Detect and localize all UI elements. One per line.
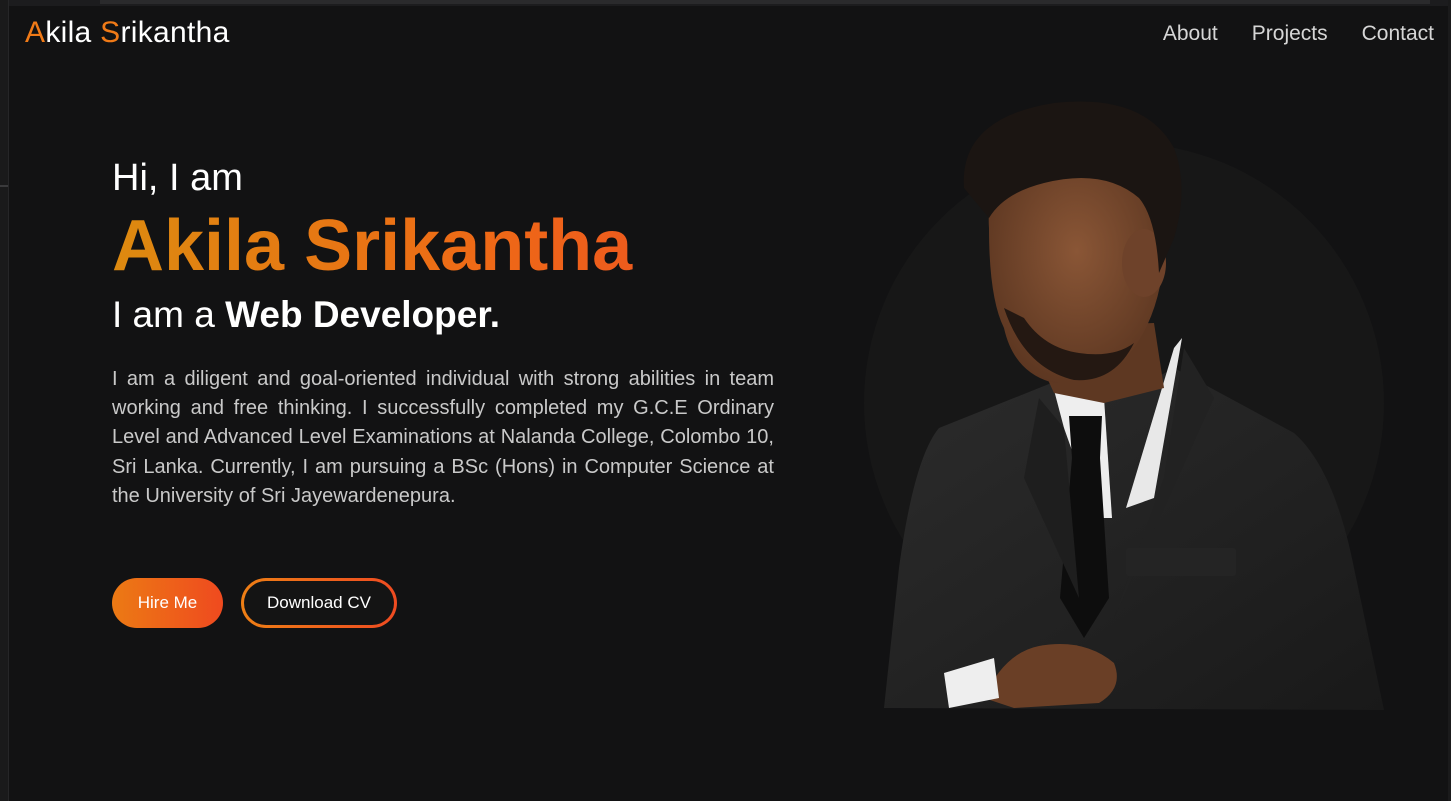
hire-me-button[interactable]: Hire Me (112, 578, 223, 628)
site-logo[interactable]: Akila Srikantha (25, 14, 230, 52)
logo-text-first: kila (45, 16, 101, 49)
browser-top-strip (0, 0, 1451, 6)
role-highlight: Web Developer. (225, 294, 500, 335)
hero-name: Akila Srikantha (112, 203, 774, 289)
edge-marker (0, 185, 8, 187)
nav-link-contact[interactable]: Contact (1362, 20, 1434, 48)
download-cv-button[interactable]: Download CV (241, 578, 397, 628)
nav-link-about[interactable]: About (1163, 20, 1218, 48)
page: Akila Srikantha About Projects Contact H… (0, 0, 1451, 801)
left-edge-panel (0, 0, 9, 801)
logo-initial-s: S (100, 16, 121, 49)
portrait-illustration (864, 101, 1384, 710)
role-prefix: I am a (112, 294, 226, 335)
hero-greeting: Hi, I am (112, 157, 243, 199)
horizontal-scrollbar[interactable] (100, 0, 1430, 4)
hero-section: Hi, I am Akila Srikantha I am a Web Deve… (112, 155, 774, 511)
logo-text-last: rikantha (120, 16, 230, 49)
hero-role: I am a Web Developer. (112, 291, 774, 339)
nav-link-projects[interactable]: Projects (1252, 20, 1328, 48)
logo-initial-a: A (25, 16, 46, 49)
hero-bio: I am a diligent and goal-oriented indivi… (112, 368, 774, 507)
hero-actions: Hire Me Download CV (112, 578, 397, 628)
main-nav: About Projects Contact (1163, 20, 1434, 48)
profile-photo (864, 98, 1386, 710)
